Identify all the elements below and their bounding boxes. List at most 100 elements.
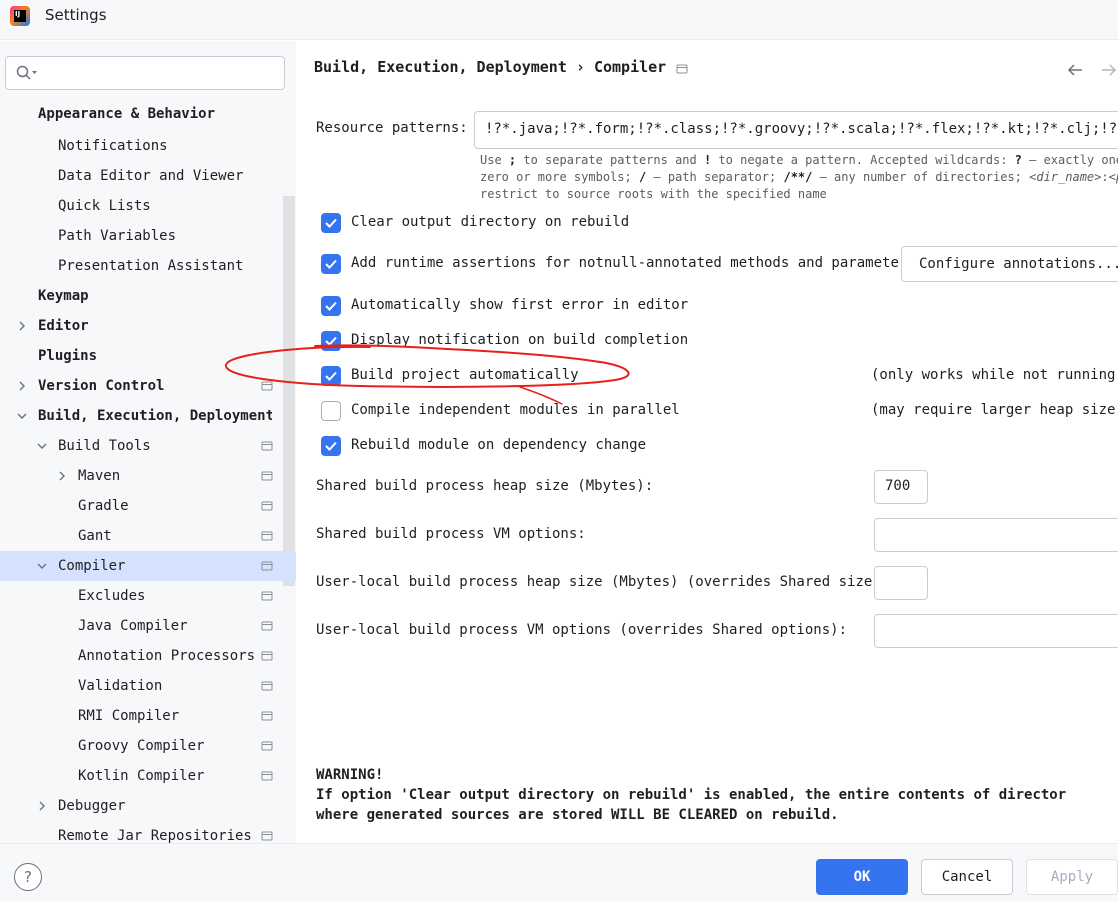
sidebar-item-remote-jar-repositories[interactable]: Remote Jar Repositories (0, 821, 296, 843)
build-automatically-checkbox[interactable] (321, 366, 341, 386)
display-notification-label[interactable]: Display notification on build completion (351, 332, 688, 348)
shared-vm-input[interactable] (874, 518, 1118, 552)
project-settings-icon (261, 831, 273, 841)
breadcrumb-current: Compiler (593, 58, 667, 76)
apply-button[interactable]: Apply (1026, 859, 1118, 895)
sidebar-item-kotlin-compiler[interactable]: Kotlin Compiler (0, 761, 296, 791)
runtime-assertions-label[interactable]: Add runtime assertions for notnull-annot… (351, 255, 916, 271)
sidebar-item-gradle[interactable]: Gradle (0, 491, 296, 521)
sidebar-item-label: Gant (78, 528, 112, 544)
title-bar: IJ Settings (0, 0, 1118, 40)
sidebar-item-groovy-compiler[interactable]: Groovy Compiler (0, 731, 296, 761)
compile-parallel-checkbox[interactable] (321, 401, 341, 421)
compile-parallel-label[interactable]: Compile independent modules in parallel (351, 402, 680, 418)
build-automatically-label[interactable]: Build project automatically (351, 367, 579, 383)
project-settings-icon (261, 771, 273, 781)
cancel-button[interactable]: Cancel (921, 859, 1013, 895)
sidebar-item-path-variables[interactable]: Path Variables (0, 221, 296, 251)
sidebar-item-data-editor[interactable]: Data Editor and Viewer (0, 161, 296, 191)
sidebar-item-label: Excludes (78, 588, 146, 604)
project-settings-icon (261, 681, 273, 691)
rebuild-on-dependency-label[interactable]: Rebuild module on dependency change (351, 437, 646, 453)
sidebar-item-excludes[interactable]: Excludes (0, 581, 296, 611)
sidebar-item-label: Gradle (78, 498, 129, 514)
project-settings-icon (261, 711, 273, 721)
project-settings-icon (261, 471, 273, 481)
show-first-error-checkbox[interactable] (321, 296, 341, 316)
warning-line-2: where generated sources are stored WILL … (316, 807, 839, 823)
help-button[interactable]: ? (14, 863, 42, 891)
sidebar-item-quick-lists[interactable]: Quick Lists (0, 191, 296, 221)
shared-heap-input[interactable]: 700 (874, 470, 928, 504)
sidebar-item-keymap[interactable]: Keymap (0, 281, 296, 311)
clear-output-label[interactable]: Clear output directory on rebuild (351, 214, 629, 230)
sidebar-item-notifications[interactable]: Notifications (0, 131, 296, 161)
chevron-down-icon[interactable] (16, 410, 28, 422)
resource-patterns-input[interactable]: !?*.java;!?*.form;!?*.class;!?*.groovy;!… (474, 111, 1118, 149)
sidebar-item-compiler[interactable]: Compiler (0, 551, 296, 581)
sidebar-item-debugger[interactable]: Debugger (0, 791, 296, 821)
project-settings-icon (261, 501, 273, 511)
sidebar-item-label: Groovy Compiler (78, 738, 205, 754)
rebuild-on-dependency-checkbox[interactable] (321, 436, 341, 456)
sidebar-item-label: Keymap (38, 288, 89, 304)
sidebar-item-build-execution-deployment[interactable]: Build, Execution, Deployment (0, 401, 296, 431)
breadcrumb-parent[interactable]: Build, Execution, Deployment (314, 58, 567, 76)
project-settings-icon (261, 531, 273, 541)
search-input[interactable] (5, 56, 285, 90)
sidebar-item-label: Compiler (58, 558, 126, 574)
project-settings-icon (261, 651, 273, 661)
build-automatically-note: (only works while not running / (871, 367, 1118, 383)
check-icon (325, 441, 337, 451)
sidebar-item-label: Presentation Assistant (58, 258, 244, 274)
check-icon (325, 336, 337, 346)
sidebar-item-rmi-compiler[interactable]: RMI Compiler (0, 701, 296, 731)
chevron-right-icon[interactable] (36, 800, 48, 812)
project-settings-icon (261, 591, 273, 601)
sidebar-item-label: Quick Lists (58, 198, 151, 214)
sidebar-item-label: Editor (38, 318, 89, 334)
local-vm-input[interactable] (874, 614, 1118, 648)
sidebar-item-label: Validation (78, 678, 163, 694)
sidebar-item-label: Kotlin Compiler (78, 768, 205, 784)
clear-output-checkbox[interactable] (321, 213, 341, 233)
local-heap-label: User-local build process heap size (Mbyt… (316, 574, 890, 590)
chevron-down-icon[interactable] (36, 560, 48, 572)
sidebar-item-label: Java Compiler (78, 618, 188, 634)
sidebar-item-maven[interactable]: Maven (0, 461, 296, 491)
sidebar-item-appearance-behavior[interactable]: Appearance & Behavior (0, 99, 296, 129)
sidebar-item-label: Path Variables (58, 228, 177, 244)
sidebar-item-validation[interactable]: Validation (0, 671, 296, 701)
sidebar-item-label: Maven (78, 468, 121, 484)
compile-parallel-note: (may require larger heap size) (871, 402, 1118, 418)
local-heap-input[interactable] (874, 566, 928, 600)
chevron-right-icon[interactable] (56, 470, 68, 482)
sidebar-item-editor[interactable]: Editor (0, 311, 296, 341)
runtime-assertions-checkbox[interactable] (321, 254, 341, 274)
sidebar-item-label: Remote Jar Repositories (58, 828, 252, 843)
sidebar-item-annotation-processors[interactable]: Annotation Processors (0, 641, 296, 671)
show-first-error-label[interactable]: Automatically show first error in editor (351, 297, 688, 313)
sidebar-item-gant[interactable]: Gant (0, 521, 296, 551)
chevron-right-icon[interactable] (16, 320, 28, 332)
sidebar-item-build-tools[interactable]: Build Tools (0, 431, 296, 461)
ok-button[interactable]: OK (816, 859, 908, 895)
configure-annotations-button[interactable]: Configure annotations... (901, 246, 1118, 282)
sidebar-item-plugins[interactable]: Plugins (0, 341, 296, 371)
sidebar-item-label: Data Editor and Viewer (58, 168, 244, 184)
sidebar-item-label: RMI Compiler (78, 708, 180, 724)
back-arrow-icon[interactable] (1066, 63, 1084, 77)
forward-arrow-icon[interactable] (1100, 63, 1118, 77)
resource-patterns-hint: Use ; to separate patterns and ! to nega… (480, 153, 1118, 201)
sidebar-item-java-compiler[interactable]: Java Compiler (0, 611, 296, 641)
chevron-right-icon[interactable] (16, 380, 28, 392)
project-settings-icon (261, 381, 273, 391)
sidebar-item-version-control[interactable]: Version Control (0, 371, 296, 401)
display-notification-checkbox[interactable] (321, 331, 341, 351)
project-settings-icon (676, 64, 688, 74)
sidebar-item-label: Build, Execution, Deployment (38, 408, 272, 424)
dialog-footer: ? OK Cancel Apply (0, 843, 1118, 902)
shared-heap-label: Shared build process heap size (Mbytes): (316, 478, 654, 494)
chevron-down-icon[interactable] (36, 440, 48, 452)
sidebar-item-presentation-assistant[interactable]: Presentation Assistant (0, 251, 296, 281)
